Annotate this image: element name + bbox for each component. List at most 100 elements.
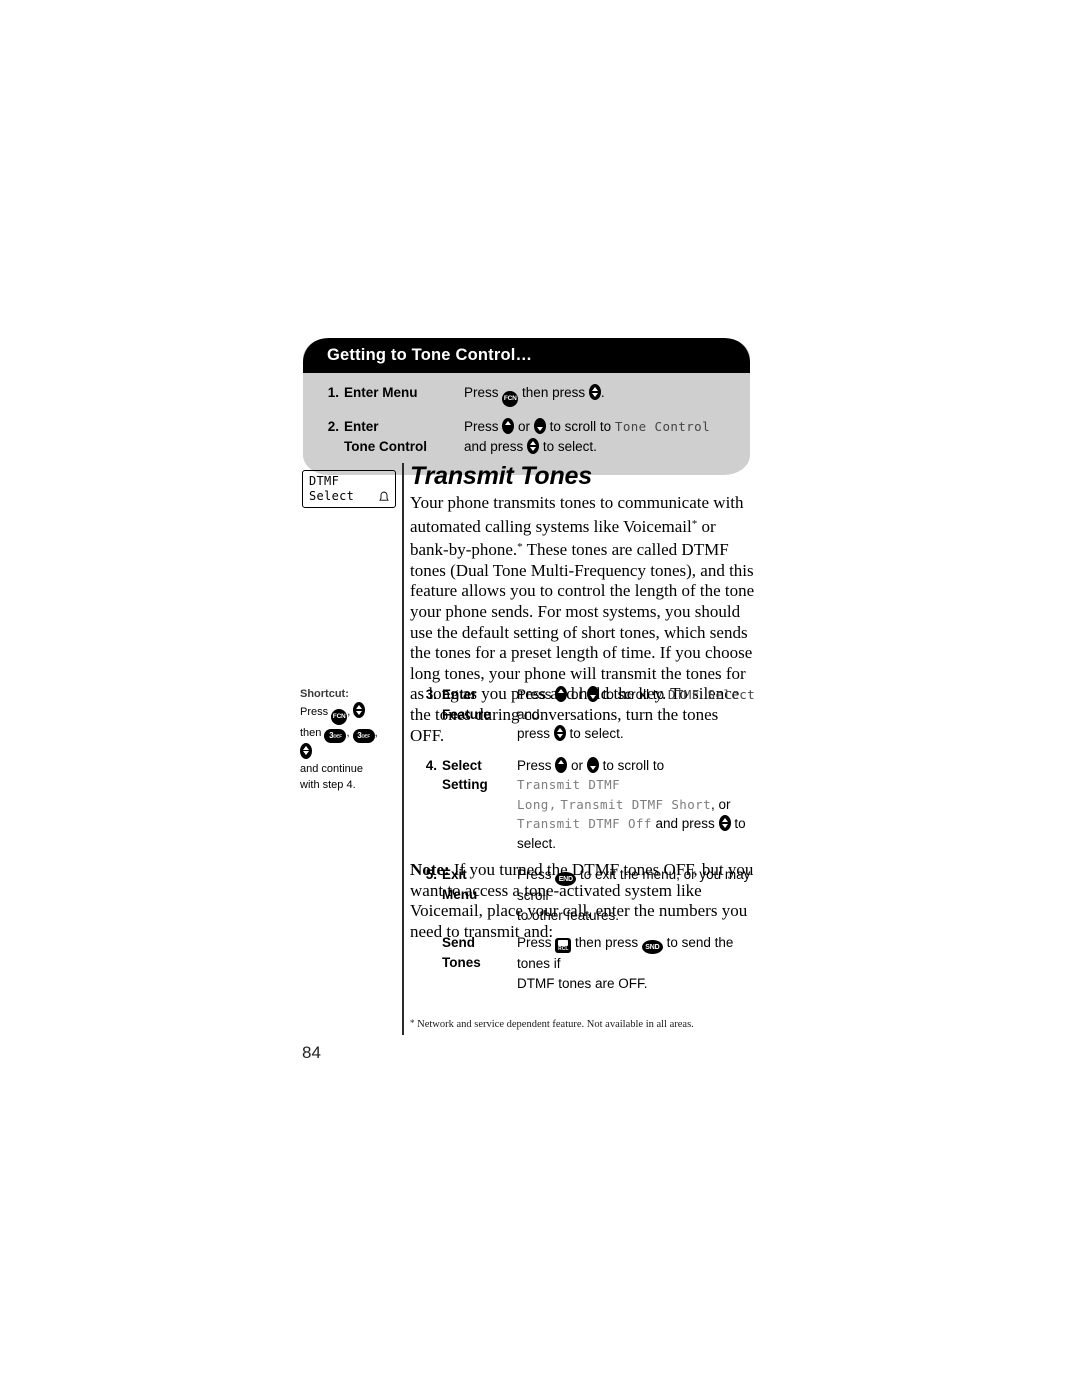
step-4-label-line1: Select xyxy=(442,757,482,773)
scroll-up-key-icon xyxy=(502,418,515,434)
step-4-text-scroll: to scroll to xyxy=(602,757,665,773)
step-3-label: Enter Feature xyxy=(442,685,517,724)
footnote-star: * xyxy=(410,1018,415,1028)
scroll-down-key-icon xyxy=(586,756,599,773)
step-3-label-line1: Enter xyxy=(442,687,477,702)
send-tones-label-line1: Send xyxy=(442,935,476,950)
scroll-up-key-icon xyxy=(555,756,568,773)
shortcut-text-pre: Press xyxy=(300,706,329,718)
select-key-icon xyxy=(718,815,731,831)
step-3-description: Press or to scroll to DTMF Select and pr… xyxy=(517,685,758,744)
step-3-text-or: or xyxy=(571,687,584,702)
step-4-text-tail: , or xyxy=(711,796,731,812)
step-3-text-pre: Press xyxy=(517,687,552,702)
getting-to-tone-control-callout: Getting to Tone Control… 1. Enter Menu P… xyxy=(303,338,750,475)
number-key-3-icon: 3DEF xyxy=(352,728,375,743)
send-tones-description: Press RCL then press SND to send the ton… xyxy=(517,933,758,993)
send-tones-label: Send Tones xyxy=(442,933,517,972)
footnote-text: Network and service dependent feature. N… xyxy=(417,1019,694,1030)
step-4-lcd-value-1: Transmit DTMF xyxy=(517,777,621,792)
step-3-text-tail: and xyxy=(517,706,540,722)
callout-step-1-label: Enter Menu xyxy=(344,383,464,403)
callout-step-2-text-line2-pre: and press xyxy=(464,439,524,454)
step-3-text-scroll: to scroll to xyxy=(602,687,665,702)
rcl-key-label: RCL xyxy=(558,946,569,952)
step-4-text-or: or xyxy=(571,757,584,773)
callout-step-1-label-line1: Enter Menu xyxy=(344,385,418,400)
number-key-3-icon: 3DEF xyxy=(324,728,347,743)
fcn-key-icon: FCN xyxy=(331,709,348,725)
callout-step-2-lcd-value: Tone Control xyxy=(614,419,710,434)
callout-step-2-text-pre: Press xyxy=(464,419,499,434)
callout-step-2-text-or: or xyxy=(518,419,531,434)
note-label: Note: xyxy=(410,860,450,879)
select-key-icon xyxy=(588,384,601,400)
step-4-lcd-value-3: Transmit DTMF Short xyxy=(560,796,711,812)
step-4-lcd-value-2: Long, xyxy=(517,796,557,812)
callout-step-1-text-pre: Press xyxy=(464,385,499,400)
step-4-description: Press or to scroll to Transmit DTMF Long… xyxy=(517,756,758,854)
callout-step-2-label-line2: Tone Control xyxy=(344,439,427,454)
number-key-3-letters: DEF xyxy=(333,733,342,739)
step-4: 4. Select Setting Press or to scroll to … xyxy=(418,756,758,854)
step-3: 3. Enter Feature Press or to scroll to D… xyxy=(418,685,758,744)
step-3-text-line2-post: to select. xyxy=(569,726,624,741)
phone-display-illustration: DTMF Select xyxy=(302,470,396,508)
send-tones-text-mid: then press xyxy=(575,935,639,950)
shortcut-title: Shortcut: xyxy=(300,688,349,700)
phone-display-line1: DTMF xyxy=(309,474,340,488)
select-key-icon xyxy=(553,725,566,741)
callout-step-1: 1. Enter Menu Press FCN then press . xyxy=(319,383,734,407)
shortcut-text-then: then xyxy=(300,727,322,739)
page-title: Transmit Tones xyxy=(410,462,592,490)
step-4-label-line2: Setting xyxy=(442,777,488,792)
send-tones-text-line2: DTMF tones are OFF. xyxy=(517,975,648,991)
send-tones-row: Send Tones Press RCL then press SND to s… xyxy=(418,933,758,993)
step-4-number: 4. xyxy=(425,757,437,773)
step-4-text-pre: Press xyxy=(517,757,552,773)
note-paragraph: Note: If you turned the DTMF tones OFF, … xyxy=(410,860,758,942)
callout-step-2-text-scroll: to scroll to xyxy=(549,419,612,434)
callout-steps-list: 1. Enter Menu Press FCN then press . 2. … xyxy=(303,373,750,475)
step-3-lcd-value: DTMF Select xyxy=(667,687,756,702)
step-3-number: 3. xyxy=(425,687,437,702)
step-4-lcd-value-4: Transmit DTMF Off xyxy=(517,816,652,831)
shortcut-sidebar: Shortcut: Press FCN, then 3DEF, 3DEF, an… xyxy=(300,686,392,793)
fcn-key-icon: FCN xyxy=(502,391,519,407)
callout-step-2-description: Press or to scroll to Tone Control and p… xyxy=(464,417,734,457)
note-text: If you turned the DTMF tones OFF, but yo… xyxy=(410,860,754,941)
callout-header-title: Getting to Tone Control… xyxy=(303,338,750,373)
step-4-text-line3-pre: and press xyxy=(655,816,715,831)
step-3-text-line2-pre: press xyxy=(517,726,551,741)
callout-step-2-label: Enter Tone Control xyxy=(344,417,464,457)
callout-step-2-text-line2-post: to select. xyxy=(542,439,597,454)
callout-step-1-number: 1. xyxy=(327,385,339,400)
step-3-label-line2: Feature xyxy=(442,706,491,722)
footnote: * Network and service dependent feature.… xyxy=(410,1017,760,1031)
scroll-down-key-icon xyxy=(533,418,546,434)
send-tones-label-line2: Tones xyxy=(442,954,481,970)
page-number: 84 xyxy=(302,1043,321,1062)
snd-key-icon: SND xyxy=(641,940,663,954)
shortcut-text-line3: and continue xyxy=(300,762,363,775)
scroll-down-key-icon xyxy=(586,686,599,702)
select-key-icon xyxy=(527,438,540,454)
shortcut-body: Press FCN, then 3DEF, 3DEF, and continue… xyxy=(300,702,392,793)
number-key-3-letters: DEF xyxy=(361,733,371,739)
bell-icon xyxy=(378,490,390,503)
select-key-icon xyxy=(300,742,312,759)
send-tones-text-pre: Press xyxy=(517,935,552,950)
phone-display-line2: Select xyxy=(309,489,355,503)
step-4-label: Select Setting xyxy=(442,756,517,795)
callout-step-1-description: Press FCN then press . xyxy=(464,383,734,407)
callout-step-1-text-mid: then press xyxy=(522,385,586,400)
select-key-icon xyxy=(353,702,366,718)
callout-step-2-number: 2. xyxy=(327,419,339,434)
callout-step-2: 2. Enter Tone Control Press or to scroll… xyxy=(319,417,734,457)
scroll-up-key-icon xyxy=(555,686,568,702)
column-divider-rule xyxy=(402,463,404,1035)
callout-step-2-label-line1: Enter xyxy=(344,419,379,434)
manual-page: Getting to Tone Control… 1. Enter Menu P… xyxy=(0,0,1080,1397)
rcl-key-icon: RCL xyxy=(555,937,572,953)
shortcut-text-line4: with step 4. xyxy=(300,778,356,791)
